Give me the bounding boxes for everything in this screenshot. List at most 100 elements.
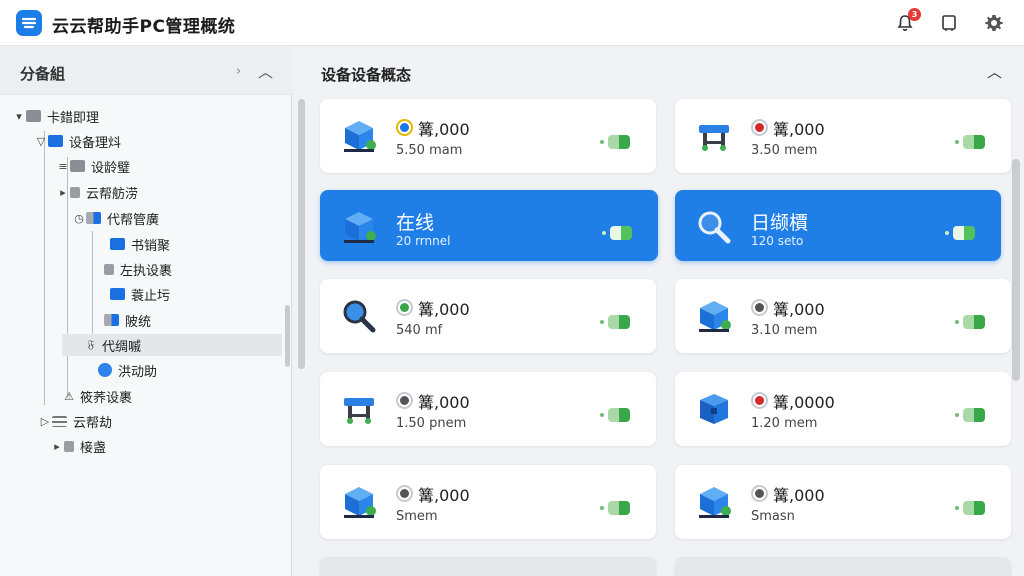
device-card-detail: 120 seto: [751, 234, 804, 248]
toggle-switch[interactable]: [953, 226, 975, 240]
device-card[interactable]: 在线 20 rrnnel: [320, 190, 658, 261]
gear-icon[interactable]: [983, 12, 1005, 34]
tree-item[interactable]: ▸ 云帮舫涝: [56, 181, 138, 203]
device-card-value: 篝,000: [418, 393, 470, 412]
tree-item[interactable]: 左执设裹: [90, 258, 172, 280]
sidebar-scrollbar[interactable]: [285, 305, 290, 367]
device-card-partial[interactable]: [320, 557, 656, 576]
tree-expander-icon[interactable]: ▷: [38, 415, 52, 428]
tree-expander-icon[interactable]: ≡: [56, 160, 70, 173]
tree-expander-icon[interactable]: ▽: [34, 135, 48, 148]
tree-expander-icon[interactable]: ▾: [12, 110, 26, 123]
tree-expander-icon[interactable]: ▸: [50, 440, 64, 453]
main-header: 设备设备概态 ︿: [293, 47, 1024, 95]
tree-expander-icon[interactable]: ▸: [56, 186, 70, 199]
device-toggle[interactable]: [600, 135, 630, 149]
device-card[interactable]: 日缬檟 120 seto: [675, 190, 1001, 261]
tree-item-label: 云帮劫: [73, 415, 113, 431]
toggle-indicator-dot: [602, 231, 606, 235]
toggle-indicator-dot: [955, 140, 959, 144]
page-title: 设备设备概态: [321, 66, 412, 84]
small-gray-icon: [70, 186, 80, 198]
tree-item-label: 设备理炓: [69, 135, 122, 151]
toggle-switch[interactable]: [608, 135, 630, 149]
device-toggle[interactable]: [945, 226, 975, 240]
folder-blue-icon: [110, 288, 125, 300]
bench-device-icon: [695, 117, 733, 155]
tree-item-label: 洪动助: [118, 364, 158, 380]
tree-item[interactable]: 蓑止圬: [96, 283, 170, 305]
device-card-partial[interactable]: [675, 557, 1011, 576]
status-indicator-fill: [755, 123, 764, 132]
folder-half-icon: [86, 212, 101, 224]
device-card[interactable]: 篝,000 1.50 pnem: [320, 372, 656, 446]
device-toggle[interactable]: [600, 501, 630, 515]
folder-gray-icon: [26, 110, 41, 122]
device-card[interactable]: 篝,000 5.50 mam: [320, 99, 656, 173]
toggle-switch[interactable]: [610, 226, 632, 240]
device-card[interactable]: 篝,000 540 mf: [320, 279, 656, 353]
tree-item[interactable]: ▾ 卡錯即理: [12, 105, 99, 127]
tree-item-label: 云帮舫涝: [86, 186, 139, 202]
toggle-switch[interactable]: [608, 315, 630, 329]
tree-item[interactable]: ▸ 椄盏: [50, 435, 106, 457]
toggle-switch[interactable]: [963, 501, 985, 515]
device-card[interactable]: 篝,000 Smem: [320, 465, 656, 539]
device-card[interactable]: 篝,000 3.50 mem: [675, 99, 1011, 173]
toggle-switch[interactable]: [963, 135, 985, 149]
status-indicator-icon: [751, 299, 768, 316]
toggle-switch[interactable]: [963, 408, 985, 422]
device-toggle[interactable]: [955, 501, 985, 515]
cube-device-icon: [340, 208, 378, 246]
toggle-indicator-dot: [955, 320, 959, 324]
chevron-right-icon[interactable]: ›: [236, 64, 241, 79]
device-card-detail: 20 rrnnel: [396, 234, 451, 248]
device-card-value: 篝,0000: [773, 393, 835, 412]
magnifier-device-icon: [340, 297, 378, 335]
collapse-sidebar-button[interactable]: ︿: [258, 61, 273, 82]
tree-item[interactable]: 书销聚: [96, 233, 170, 255]
tree-expander-icon[interactable]: ⚠: [62, 390, 76, 403]
device-toggle[interactable]: [600, 408, 630, 422]
device-toggle[interactable]: [955, 135, 985, 149]
collapse-main-button[interactable]: ︿: [987, 61, 1002, 82]
sidebar-title: 分备組: [20, 65, 66, 83]
tree-item[interactable]: ⚠ 筱荞设裹: [62, 385, 132, 407]
toggle-switch[interactable]: [608, 408, 630, 422]
tree-expander-icon[interactable]: 𝔉: [84, 338, 98, 352]
device-card-value: 篝,000: [773, 486, 825, 505]
small-gray-icon: [104, 263, 114, 275]
device-card-detail: 540 mf: [396, 323, 443, 338]
tree-expander-icon[interactable]: ◷: [72, 212, 86, 225]
tree-item[interactable]: 𝔉 代绸嘁: [62, 334, 282, 356]
device-card-detail: 5.50 mam: [396, 143, 463, 158]
device-toggle[interactable]: [600, 315, 630, 329]
device-toggle[interactable]: [955, 408, 985, 422]
status-indicator-icon: [751, 485, 768, 502]
main-scrollbar[interactable]: [1012, 159, 1020, 381]
device-toggle[interactable]: [955, 315, 985, 329]
tree-item[interactable]: 陂统: [90, 309, 151, 331]
toggle-indicator-dot: [600, 320, 604, 324]
status-indicator-icon: [751, 119, 768, 136]
device-card[interactable]: 篝,000 3.10 mem: [675, 279, 1011, 353]
tree-item[interactable]: ▷ 云帮劫: [38, 410, 112, 432]
tree-item-label: 椄盏: [80, 440, 107, 456]
tree-item[interactable]: ◷ 代帮管廣: [72, 207, 159, 229]
device-card[interactable]: 篝,000 Smasn: [675, 465, 1011, 539]
status-indicator-fill: [755, 303, 764, 312]
sidebar-header: 分备組 › ︿: [0, 47, 292, 95]
status-indicator-icon: [396, 299, 413, 316]
tree-item-label: 蓑止圬: [131, 288, 171, 304]
tree-item[interactable]: ≡ 设龄璧: [56, 155, 130, 177]
device-card[interactable]: 篝,0000 1.20 mem: [675, 372, 1011, 446]
tree-item[interactable]: 洪动助: [84, 359, 157, 381]
window-icon[interactable]: [938, 12, 960, 34]
device-card-value: 篝,000: [418, 486, 470, 505]
toggle-indicator-dot: [945, 231, 949, 235]
device-toggle[interactable]: [602, 226, 632, 240]
splitter-scrollbar[interactable]: [298, 99, 305, 369]
toggle-switch[interactable]: [963, 315, 985, 329]
tree-item[interactable]: ▽ 设备理炓: [34, 130, 121, 152]
toggle-switch[interactable]: [608, 501, 630, 515]
